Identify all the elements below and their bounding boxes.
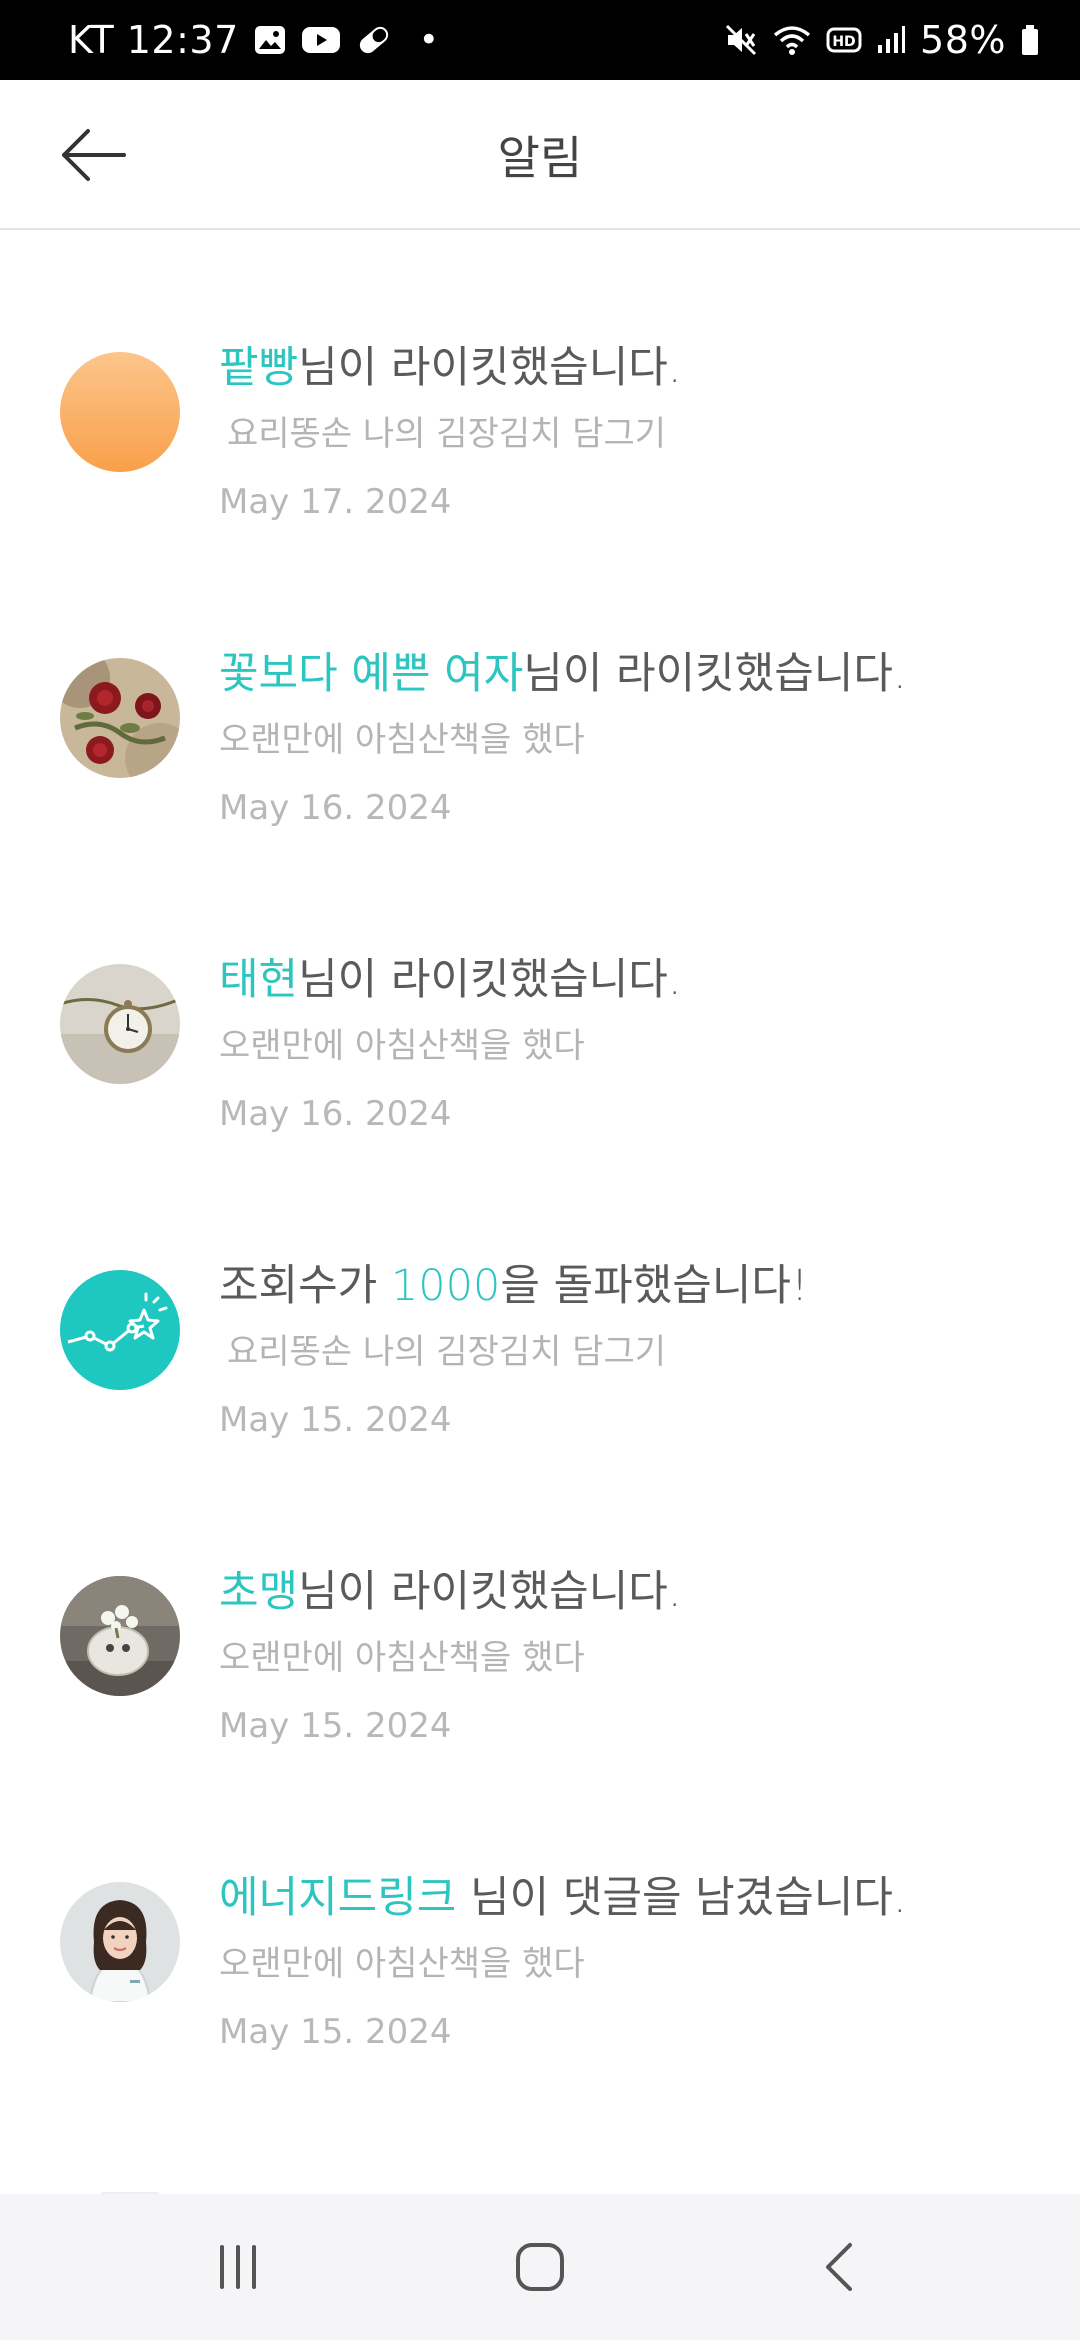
notification-content: 팥빵님이 라이킷했습니다. 요리똥손 나의 김장김치 담그기 May 17. 2… xyxy=(219,340,1040,524)
user-name-link[interactable]: 태현 xyxy=(219,955,298,1005)
notification-content: 꽃보다 예쁜 여자님이 라이킷했습니다. 오랜만에 아침산책을 했다 May 1… xyxy=(219,646,1040,830)
post-title: 오랜만에 아침산책을 했다 xyxy=(219,1944,585,1984)
notification-title: 초맹님이 라이킷했습니다. xyxy=(219,1564,1040,1620)
recents-icon xyxy=(220,2245,256,2289)
notification-date: May 17. 2024 xyxy=(219,482,452,522)
notification-content: 태현님이 라이킷했습니다. 오랜만에 아침산책을 했다 May 16. 2024 xyxy=(219,952,1040,1136)
recents-button[interactable] xyxy=(158,2194,318,2340)
user-name-link[interactable]: 에너지드링크 xyxy=(219,1873,456,1923)
signal-icon xyxy=(876,23,906,57)
notification-date: May 15. 2024 xyxy=(219,1706,452,1746)
status-bar-left: KT 12:37 • xyxy=(68,18,439,62)
user-name-link[interactable]: 꽃보다 예쁜 여자 xyxy=(219,649,523,699)
notification-title: 조회수가 1000을 돌파했습니다! xyxy=(219,1258,1040,1314)
youtube-icon xyxy=(301,23,341,57)
avatar[interactable] xyxy=(60,1882,180,2002)
app-bar: 알림 xyxy=(0,80,1080,230)
notification-item[interactable]: 초맹님이 라이킷했습니다. 오랜만에 아침산책을 했다 May 15. 2024 xyxy=(0,1456,1080,1762)
notification-item[interactable]: 팥빵님이 라이킷했습니다. 요리똥손 나의 김장김치 담그기 May 17. 2… xyxy=(0,232,1080,538)
system-nav-bar xyxy=(0,2194,1080,2340)
home-icon xyxy=(516,2243,564,2291)
post-title: 오랜만에 아침산책을 했다 xyxy=(219,1638,585,1678)
carrier-time: KT 12:37 xyxy=(68,18,239,62)
status-bar: KT 12:37 • HD 58% xyxy=(0,0,1080,80)
page-title: 알림 xyxy=(497,131,583,185)
notification-message: 님이 라이킷했습니다. xyxy=(298,1567,682,1617)
notification-message-prefix: 조회수가 xyxy=(219,1261,391,1311)
home-button[interactable] xyxy=(460,2194,620,2340)
notification-message: 님이 라이킷했습니다. xyxy=(298,955,682,1005)
pill-icon xyxy=(355,23,393,57)
avatar[interactable] xyxy=(60,352,180,472)
back-chevron-icon xyxy=(826,2243,852,2291)
notification-message: 을 돌파했습니다! xyxy=(500,1261,809,1311)
mute-icon xyxy=(724,23,758,57)
view-count: 1000 xyxy=(390,1261,501,1311)
notifications-screen: KT 12:37 • HD 58% 알림 팥빵님이 라이킷했습니다. 요리똥손 … xyxy=(0,0,1080,2340)
notification-content: 에너지드링크 님이 댓글을 남겼습니다. 오랜만에 아침산책을 했다 May 1… xyxy=(219,1870,1040,2054)
views-milestone-icon xyxy=(60,1270,180,1390)
notification-date: May 15. 2024 xyxy=(219,1400,452,1440)
dot-icon: • xyxy=(418,20,439,60)
notification-date: May 16. 2024 xyxy=(219,1094,452,1134)
post-title: 요리똥손 나의 김장김치 담그기 xyxy=(227,1332,667,1372)
avatar[interactable] xyxy=(60,658,180,778)
notification-message: 님이 라이킷했습니다. xyxy=(523,649,907,699)
notification-item[interactable]: 태현님이 라이킷했습니다. 오랜만에 아침산책을 했다 May 16. 2024 xyxy=(0,844,1080,1150)
svg-text:HD: HD xyxy=(832,34,855,50)
status-bar-right: HD 58% xyxy=(724,18,1040,62)
system-back-button[interactable] xyxy=(762,2194,922,2340)
post-title: 오랜만에 아침산책을 했다 xyxy=(219,1026,585,1066)
post-title: 오랜만에 아침산책을 했다 xyxy=(219,720,585,760)
notification-item[interactable]: 꽃보다 예쁜 여자님이 라이킷했습니다. 오랜만에 아침산책을 했다 May 1… xyxy=(0,538,1080,844)
notification-title: 에너지드링크 님이 댓글을 남겼습니다. xyxy=(219,1870,1040,1926)
user-name-link[interactable]: 초맹 xyxy=(219,1567,298,1617)
notification-content: 조회수가 1000을 돌파했습니다! 요리똥손 나의 김장김치 담그기 May … xyxy=(219,1258,1040,1442)
avatar[interactable] xyxy=(60,1576,180,1696)
user-name-link[interactable]: 팥빵 xyxy=(219,343,298,393)
avatar[interactable] xyxy=(60,964,180,1084)
notification-content: 초맹님이 라이킷했습니다. 오랜만에 아침산책을 했다 May 15. 2024 xyxy=(219,1564,1040,1748)
gallery-icon xyxy=(253,23,287,57)
post-title: 요리똥손 나의 김장김치 담그기 xyxy=(227,414,667,454)
notification-item[interactable]: 에너지드링크 님이 댓글을 남겼습니다. 오랜만에 아침산책을 했다 May 1… xyxy=(0,1762,1080,2068)
notification-title: 꽃보다 예쁜 여자님이 라이킷했습니다. xyxy=(219,646,1040,702)
notification-title: 팥빵님이 라이킷했습니다. xyxy=(219,340,1040,396)
notification-date: May 15. 2024 xyxy=(219,2012,452,2052)
notification-title: 태현님이 라이킷했습니다. xyxy=(219,952,1040,1008)
notification-item[interactable]: 조회수가 1000을 돌파했습니다! 요리똥손 나의 김장김치 담그기 May … xyxy=(0,1150,1080,1456)
hd-icon: HD xyxy=(826,23,862,57)
battery-percent: 58% xyxy=(920,18,1006,62)
battery-icon xyxy=(1020,23,1040,57)
notification-date: May 16. 2024 xyxy=(219,788,452,828)
notification-message: 님이 라이킷했습니다. xyxy=(298,343,682,393)
notification-message: 님이 댓글을 남겼습니다. xyxy=(456,1873,907,1923)
wifi-icon xyxy=(772,23,812,57)
